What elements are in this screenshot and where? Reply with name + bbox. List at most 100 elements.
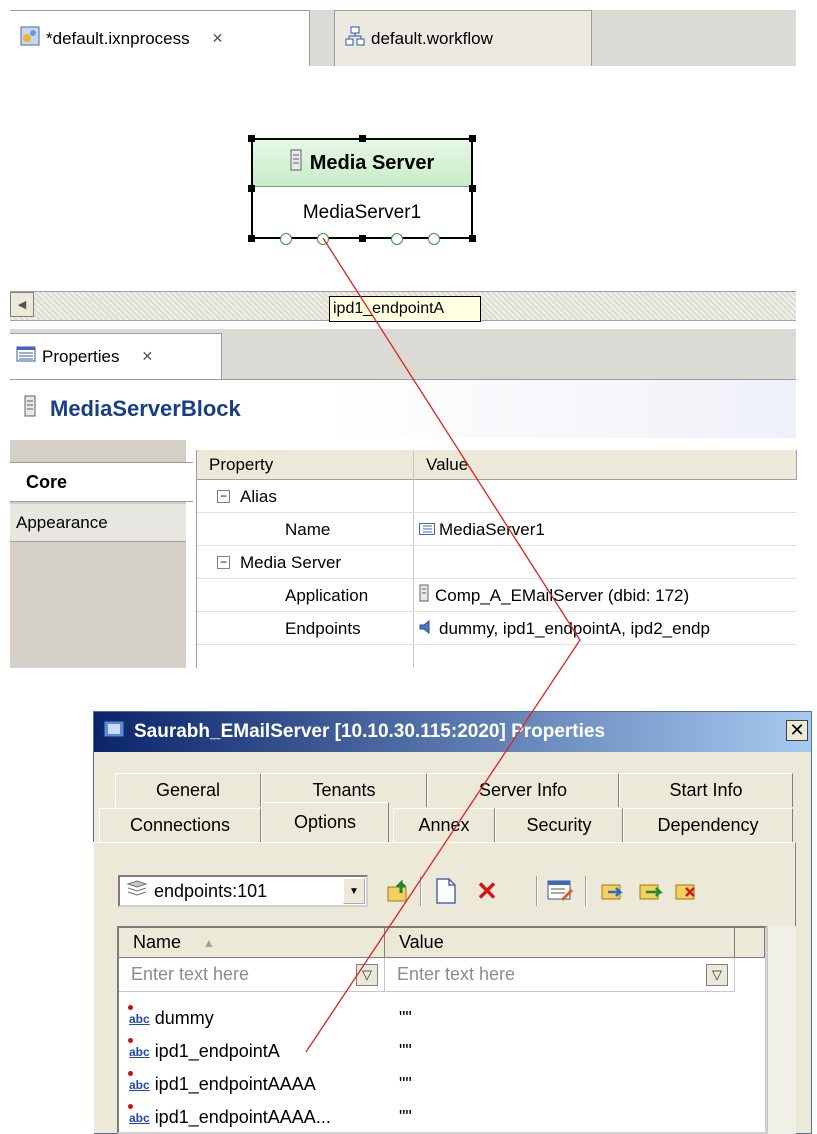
selection-handle[interactable] — [469, 235, 476, 242]
node-type-label: Media Server — [309, 151, 435, 174]
workflow-icon — [345, 26, 365, 51]
tab-properties[interactable]: Properties ✕ — [10, 333, 222, 379]
option-name: ipd1_endpointA — [154, 1041, 280, 1061]
column-header-value[interactable]: Value — [385, 928, 735, 958]
list-item[interactable]: abc ipd1_endpointAAAA... "" — [119, 1101, 765, 1134]
media-server-node[interactable]: Media Server MediaServer1 — [251, 138, 473, 239]
export-icon[interactable] — [634, 874, 668, 908]
column-header-name[interactable]: Name ▲ — [119, 928, 385, 958]
header-label: Name — [133, 932, 182, 952]
chevron-down-icon[interactable]: ▼ — [343, 878, 365, 904]
row-property: Alias — [240, 486, 277, 506]
tab-options[interactable]: Options — [261, 802, 389, 842]
property-row-alias[interactable]: − Alias — [197, 481, 797, 513]
server-icon — [419, 584, 429, 607]
tab-general[interactable]: General — [115, 773, 261, 807]
tab-default-workflow[interactable]: default.workflow — [334, 10, 592, 66]
endpoint-port[interactable] — [317, 233, 329, 245]
sort-ascending-icon: ▲ — [203, 935, 215, 950]
dialog-close-button[interactable]: ✕ — [786, 720, 808, 741]
option-value: "" — [399, 1008, 412, 1028]
row-value: MediaServer1 — [439, 519, 545, 539]
new-document-icon[interactable] — [429, 874, 463, 908]
server-icon — [24, 395, 36, 423]
name-filter-input[interactable]: Enter text here ▽ — [119, 958, 385, 992]
tab-default-ixnprocess[interactable]: *default.ixnprocess ✕ — [10, 10, 310, 66]
endpoint-port[interactable] — [428, 233, 440, 245]
options-list: Name ▲ Value Enter text here ▽ Enter tex… — [117, 926, 767, 1134]
tab-server-info[interactable]: Server Info — [427, 773, 619, 807]
scroll-left-arrow-icon[interactable]: ◀ — [10, 292, 34, 317]
server-icon — [290, 149, 302, 177]
list-item[interactable]: abc dummy "" — [119, 1002, 765, 1035]
option-name: dummy — [154, 1008, 214, 1028]
endpoint-port[interactable] — [280, 233, 292, 245]
selection-handle[interactable] — [359, 135, 366, 142]
property-row-application[interactable]: Application Comp_A_EMailServer (dbid: 17… — [197, 580, 797, 612]
toolbar-separator — [420, 876, 422, 906]
row-value: Comp_A_EMailServer (dbid: 172) — [435, 585, 690, 605]
side-tab-appearance[interactable]: Appearance — [10, 504, 186, 542]
toolbar-separator — [585, 876, 587, 906]
column-header-value[interactable]: Value — [414, 450, 797, 480]
tab-dependency[interactable]: Dependency — [623, 808, 793, 842]
server-app-icon — [102, 718, 126, 746]
tab-security[interactable]: Security — [495, 808, 623, 842]
port-tooltip: ipd1_endpointA — [329, 296, 481, 322]
edit-icon[interactable] — [543, 874, 577, 908]
string-option-icon: abc — [128, 1004, 150, 1026]
tab-annex[interactable]: Annex — [393, 808, 495, 842]
properties-icon — [16, 346, 36, 367]
option-name: ipd1_endpointAAAA — [154, 1074, 316, 1094]
filter-icon[interactable]: ▽ — [356, 964, 378, 986]
row-value: dummy, ipd1_endpointA, ipd2_endp — [439, 618, 710, 638]
column-header-property[interactable]: Property — [197, 450, 414, 480]
node-instance-label: MediaServer1 — [302, 201, 422, 223]
tab-connections[interactable]: Connections — [99, 808, 261, 842]
row-property: Media Server — [240, 552, 342, 572]
close-icon[interactable]: ✕ — [212, 30, 224, 47]
close-icon[interactable]: ✕ — [141, 348, 153, 365]
list-item[interactable]: abc ipd1_endpointA "" — [119, 1035, 765, 1068]
property-row-media-server[interactable]: − Media Server — [197, 547, 797, 579]
row-property: Name — [285, 519, 331, 539]
remove-from-folder-icon[interactable] — [670, 874, 704, 908]
selection-handle[interactable] — [248, 235, 255, 242]
filter-icon[interactable]: ▽ — [706, 964, 728, 986]
delete-icon[interactable]: ✕ — [470, 874, 504, 908]
row-property: Endpoints — [285, 618, 361, 638]
filter-placeholder: Enter text here — [397, 964, 516, 984]
selection-handle[interactable] — [469, 135, 476, 142]
filter-placeholder: Enter text here — [131, 964, 250, 984]
selection-handle[interactable] — [248, 135, 255, 142]
tab-start-info[interactable]: Start Info — [619, 773, 793, 807]
string-option-icon: abc — [128, 1070, 150, 1092]
string-option-icon: abc — [128, 1037, 150, 1059]
collapse-icon[interactable]: − — [217, 490, 230, 503]
process-icon — [20, 26, 40, 51]
collapse-icon[interactable]: − — [217, 556, 230, 569]
endpoint-icon — [419, 619, 433, 639]
option-value: "" — [399, 1074, 412, 1094]
side-tab-core[interactable]: Core — [10, 462, 193, 502]
list-vertical-scrollbar[interactable] — [767, 926, 796, 1134]
selection-handle[interactable] — [469, 185, 476, 192]
column-header-filler — [735, 928, 765, 958]
property-row-endpoints[interactable]: Endpoints dummy, ipd1_endpointA, ipd2_en… — [197, 613, 797, 645]
dialog-title-bar[interactable]: Saurabh_EMailServer [10.10.30.115:2020] … — [94, 712, 811, 752]
list-item[interactable]: abc ipd1_endpointAAAA "" — [119, 1068, 765, 1101]
option-value: "" — [399, 1041, 412, 1061]
row-property: Application — [285, 585, 369, 605]
selection-handle[interactable] — [359, 235, 366, 242]
up-level-icon[interactable] — [382, 874, 416, 908]
label-icon — [419, 520, 435, 540]
endpoint-port[interactable] — [391, 233, 403, 245]
tab-label: default.workflow — [371, 28, 493, 48]
section-dropdown[interactable]: endpoints:101 ▼ — [118, 875, 368, 907]
import-icon[interactable] — [596, 874, 630, 908]
node-header: Media Server — [253, 140, 471, 187]
dialog-title: Saurabh_EMailServer [10.10.30.115:2020] … — [134, 721, 606, 742]
selection-handle[interactable] — [248, 185, 255, 192]
value-filter-input[interactable]: Enter text here ▽ — [385, 958, 735, 992]
property-row-name[interactable]: Name MediaServer1 — [197, 514, 797, 546]
